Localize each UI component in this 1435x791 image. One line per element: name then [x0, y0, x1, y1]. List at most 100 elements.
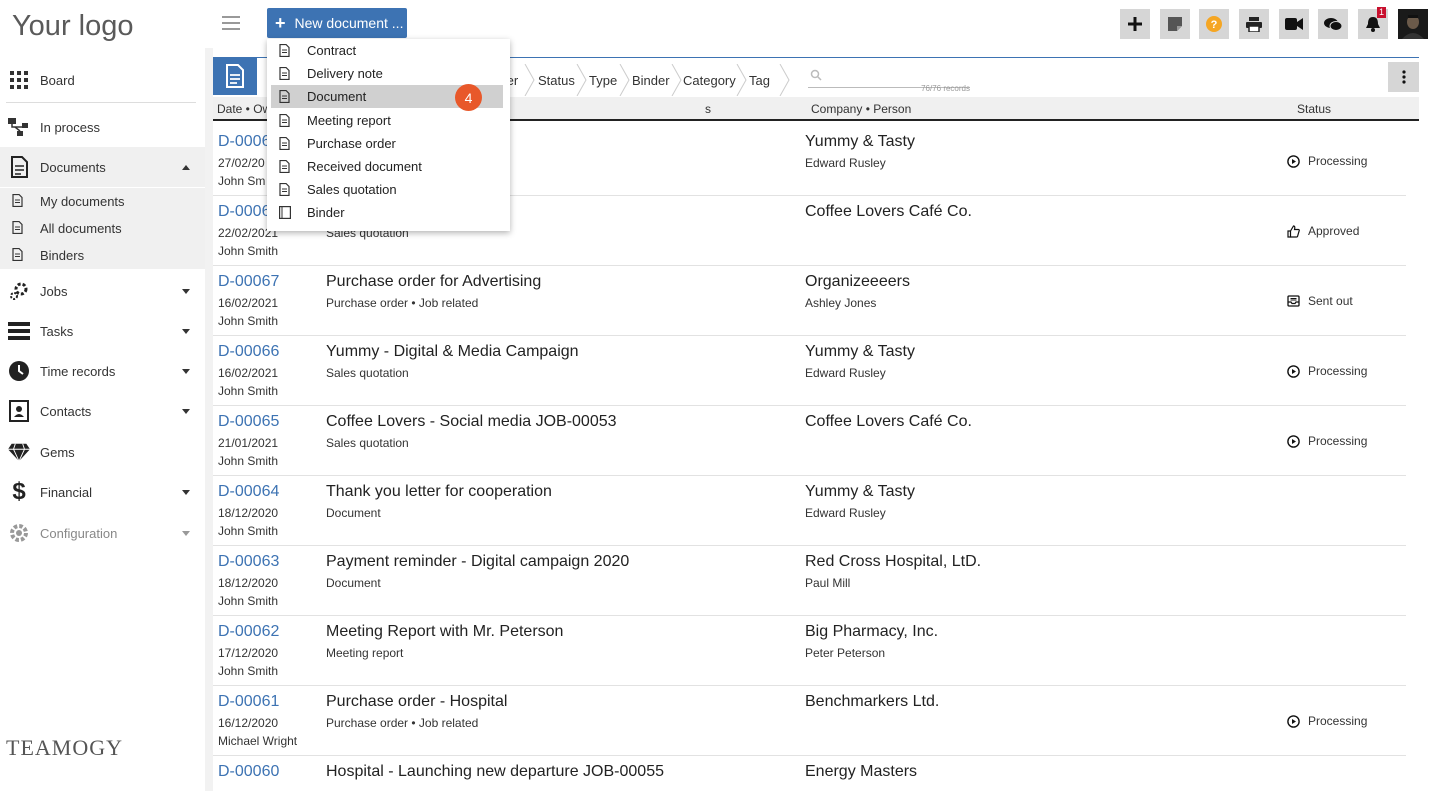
document-owner: John Smith — [218, 454, 279, 468]
contact-person: Edward Rusley — [805, 156, 886, 170]
sidebar-item-jobs[interactable]: Jobs — [0, 271, 205, 311]
chevron-down-icon — [182, 288, 190, 294]
help-icon: ? — [1206, 16, 1222, 32]
menu-item-purchase-order[interactable]: Purchase order — [267, 132, 510, 155]
table-row[interactable]: D-00060 Hospital - Launching new departur… — [213, 756, 1406, 791]
print-button[interactable] — [1239, 9, 1269, 39]
column-header-status[interactable]: Status — [1297, 102, 1331, 116]
document-id-link[interactable]: D-00064 — [218, 483, 279, 501]
sidebar-item-label: Board — [40, 72, 75, 88]
sidebar-item-label: Jobs — [40, 283, 68, 299]
help-button[interactable]: ? — [1199, 9, 1229, 39]
contacts-icon — [8, 400, 30, 422]
document-type: Purchase order • Job related — [326, 716, 479, 730]
breadcrumb-chevron-icon — [736, 64, 747, 96]
print-icon — [1246, 16, 1262, 32]
document-id-link[interactable]: D-00061 — [218, 693, 279, 711]
table-row[interactable]: D-00066 16/02/2021 John Smith Yummy - Digit… — [213, 336, 1406, 406]
filter-label: Status — [538, 72, 575, 88]
document-id-link[interactable]: D-00066 — [218, 343, 279, 361]
column-header-title-type[interactable]: s — [705, 102, 711, 116]
menu-item-delivery-note[interactable]: Delivery note — [267, 62, 510, 85]
document-id-link[interactable]: D-00067 — [218, 273, 279, 291]
menu-item-label: Sales quotation — [307, 182, 397, 197]
avatar[interactable] — [1398, 9, 1428, 39]
document-date: 21/01/2021 — [218, 436, 279, 450]
sidebar-item-configuration[interactable]: Configuration — [0, 513, 205, 553]
sidebar-item-contacts[interactable]: Contacts — [0, 391, 205, 431]
menu-item-received-document[interactable]: Received document — [267, 155, 510, 178]
table-row[interactable]: D-00067 16/02/2021 John Smith Purchase orde… — [213, 266, 1406, 336]
filter-category[interactable]: Category — [683, 65, 736, 95]
chat-button[interactable] — [1318, 9, 1348, 39]
notifications-button[interactable]: 1 — [1358, 7, 1388, 39]
table-row[interactable]: D-00064 18/12/2020 John Smith Thank you let… — [213, 476, 1406, 546]
menu-item-sales-quotation[interactable]: Sales quotation — [267, 178, 510, 201]
sidebar-item-gems[interactable]: Gems — [0, 432, 205, 472]
hamburger-menu-icon[interactable] — [222, 16, 240, 30]
table-row[interactable]: D-00061 16/12/2020 Michael Wright Purchase … — [213, 686, 1406, 756]
document-id-link[interactable]: D-0006 — [218, 203, 270, 221]
document-id-link[interactable]: D-00065 — [218, 413, 279, 431]
document-id-link[interactable]: D-00063 — [218, 553, 279, 571]
table-row[interactable]: D-00062 17/12/2020 John Smith Meeting Repor… — [213, 616, 1406, 686]
sidebar-item-binders[interactable]: Binders — [0, 242, 205, 269]
document-title[interactable]: Hospital - Launching new departure JOB-0… — [326, 763, 664, 781]
sidebar-item-in-process[interactable]: In process — [0, 107, 205, 147]
document-title[interactable]: Payment reminder - Digital campaign 2020 — [326, 553, 629, 571]
video-button[interactable] — [1279, 9, 1309, 39]
more-options-button[interactable] — [1388, 62, 1419, 92]
menu-item-label: Binder — [307, 205, 345, 220]
sticky-note-icon — [1168, 17, 1182, 31]
company-name: Yummy & Tasty — [805, 343, 915, 360]
sidebar-item-tasks[interactable]: Tasks — [0, 311, 205, 351]
filter-status[interactable]: Status — [538, 65, 575, 95]
document-id-link[interactable]: D-00060 — [218, 763, 279, 781]
sidebar-item-label: In process — [40, 119, 100, 135]
document-title[interactable]: Purchase order - Hospital — [326, 693, 507, 711]
chevron-up-icon — [182, 164, 190, 170]
notes-button[interactable] — [1160, 9, 1190, 39]
sidebar-item-time-records[interactable]: Time records — [0, 351, 205, 391]
board-grid-icon — [8, 69, 30, 91]
sidebar-item-label: Gems — [40, 444, 75, 460]
menu-item-meeting-report[interactable]: Meeting report — [267, 109, 510, 132]
document-title[interactable]: Thank you letter for cooperation — [326, 483, 552, 501]
sidebar-item-label: Configuration — [40, 525, 118, 541]
sidebar-item-financial[interactable]: $ Financial — [0, 472, 205, 512]
sidebar-item-board[interactable]: Board — [0, 60, 205, 100]
contact-person: Edward Rusley — [805, 506, 886, 520]
filter-tag[interactable]: Tag — [749, 65, 770, 95]
filter-binder[interactable]: Binder — [632, 65, 670, 95]
company-name: Organizeeeers — [805, 273, 910, 290]
table-row[interactable]: D-00065 21/01/2021 John Smith Coffee Lovers… — [213, 406, 1406, 476]
add-button[interactable] — [1120, 9, 1150, 39]
column-header-company-person[interactable]: Company • Person — [811, 102, 911, 116]
table-row[interactable]: D-00063 18/12/2020 John Smith Payment remin… — [213, 546, 1406, 616]
document-title[interactable]: Purchase order for Advertising — [326, 273, 541, 291]
document-id-link[interactable]: D-00062 — [218, 623, 279, 641]
sidebar-item-documents[interactable]: Documents — [0, 147, 205, 187]
status-label: Approved — [1308, 224, 1360, 238]
plus-icon — [1128, 17, 1142, 31]
sidebar-item-my-documents[interactable]: My documents — [0, 188, 205, 215]
column-header-date-owner[interactable]: Date • Ow — [217, 102, 271, 116]
filter-type[interactable]: Type — [589, 65, 617, 95]
menu-item-contract[interactable]: Contract — [267, 39, 510, 62]
play-circle-icon — [1286, 714, 1300, 728]
sidebar-item-label: Binders — [40, 248, 85, 263]
new-document-button[interactable]: + New document ... — [267, 8, 407, 38]
document-title[interactable]: Coffee Lovers - Social media JOB-00053 — [326, 413, 617, 431]
company-name: Big Pharmacy, Inc. — [805, 623, 939, 640]
document-title[interactable]: Meeting Report with Mr. Peterson — [326, 623, 563, 641]
document-owner: John Smith — [218, 664, 279, 678]
sidebar-item-all-documents[interactable]: All documents — [0, 215, 205, 242]
search-input[interactable]: 76/76 records — [808, 68, 970, 93]
document-title[interactable]: Yummy - Digital & Media Campaign — [326, 343, 579, 361]
menu-item-binder[interactable]: Binder — [267, 201, 510, 224]
documents-tab[interactable] — [213, 57, 257, 95]
document-id-link[interactable]: D-0006 — [218, 133, 270, 151]
kebab-menu-icon — [1401, 70, 1406, 84]
document-type: Sales quotation — [326, 366, 409, 380]
document-type: Meeting report — [326, 646, 404, 660]
